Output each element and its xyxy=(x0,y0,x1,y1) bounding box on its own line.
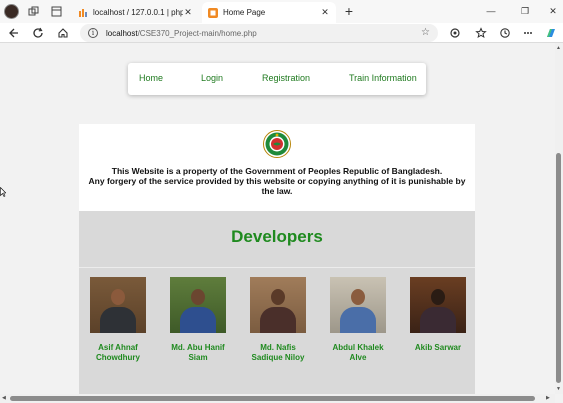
disclaimer-line-2: Any forgery of the service provided by t… xyxy=(88,176,466,196)
profile-avatar[interactable] xyxy=(4,4,19,19)
developers-section: Developers Asif Ahnaf Chowdhury Md. Abu … xyxy=(79,211,475,394)
developer-card: Md. Abu Hanif Siam xyxy=(167,277,229,363)
url-path: /CSE370_Project-main/home.php xyxy=(137,28,257,38)
notice-card: This Website is a property of the Govern… xyxy=(79,124,475,211)
url-host: localhost xyxy=(106,28,138,38)
developers-heading: Developers xyxy=(231,227,323,246)
tab-strip: localhost / 127.0.0.1 | phpMyAdm ✕ Home … xyxy=(0,0,563,23)
tab-title: localhost / 127.0.0.1 | phpMyAdm xyxy=(93,8,183,17)
disclaimer-line-1: This Website is a property of the Govern… xyxy=(111,166,443,176)
developer-card: Abdul Khalek Alve xyxy=(327,277,389,363)
new-tab-button[interactable]: + xyxy=(342,4,356,18)
favorites-icon[interactable] xyxy=(473,25,489,41)
tab-home-page[interactable]: Home Page ✕ xyxy=(202,2,336,23)
developer-name: Akib Sarwar xyxy=(414,343,462,352)
workspaces-icon[interactable] xyxy=(27,5,40,18)
close-tab-icon[interactable]: ✕ xyxy=(183,7,193,18)
mouse-cursor-icon xyxy=(0,187,6,197)
developer-photo xyxy=(330,277,386,333)
horizontal-scroll-thumb[interactable] xyxy=(10,396,535,401)
close-tab-icon[interactable]: ✕ xyxy=(320,7,330,18)
refresh-icon[interactable] xyxy=(30,25,46,41)
browser-window: localhost / 127.0.0.1 | phpMyAdm ✕ Home … xyxy=(0,0,563,403)
minimize-icon[interactable]: — xyxy=(484,4,498,18)
copilot-icon[interactable] xyxy=(543,25,559,41)
extensions-icon[interactable] xyxy=(447,25,463,41)
more-options-icon[interactable] xyxy=(520,25,536,41)
developer-name: Md. Abu Hanif Siam xyxy=(171,343,225,362)
developer-name: Md. Nafis Sadique Niloy xyxy=(251,343,305,362)
developer-card: Akib Sarwar xyxy=(407,277,469,353)
bangladesh-emblem-icon xyxy=(263,130,291,158)
vertical-scrollbar[interactable]: ▲ ▼ xyxy=(555,43,563,394)
tab-phpmyadmin[interactable]: localhost / 127.0.0.1 | phpMyAdm ✕ xyxy=(72,2,199,23)
scroll-down-arrow-icon[interactable]: ▼ xyxy=(556,386,561,392)
restore-icon[interactable]: ❐ xyxy=(518,4,532,18)
developer-name: Asif Ahnaf Chowdhury xyxy=(96,343,140,362)
home-page-favicon-icon xyxy=(208,7,218,18)
tab-title: Home Page xyxy=(223,8,266,17)
nav-registration-link[interactable]: Registration xyxy=(262,73,310,83)
developer-card: Asif Ahnaf Chowdhury xyxy=(87,277,149,363)
scroll-up-arrow-icon[interactable]: ▲ xyxy=(556,45,561,51)
tab-actions-icon[interactable] xyxy=(50,5,63,18)
site-info-icon[interactable]: i xyxy=(88,28,98,38)
developer-card: Md. Nafis Sadique Niloy xyxy=(247,277,309,363)
developer-photo xyxy=(170,277,226,333)
divider xyxy=(79,267,475,268)
back-arrow-icon[interactable] xyxy=(6,25,22,41)
nav-home-link[interactable]: Home xyxy=(139,73,163,83)
developer-photo xyxy=(410,277,466,333)
developer-photo xyxy=(90,277,146,333)
home-icon[interactable] xyxy=(55,25,71,41)
nav-login-link[interactable]: Login xyxy=(201,73,223,83)
page-viewport: Home Login Registration Train Informatio… xyxy=(0,43,555,394)
phpmyadmin-favicon-icon xyxy=(78,8,88,18)
history-icon[interactable] xyxy=(497,25,513,41)
site-navigation: Home Login Registration Train Informatio… xyxy=(128,63,426,95)
address-bar[interactable]: i localhost/CSE370_Project-main/home.php… xyxy=(80,24,438,42)
close-window-icon[interactable]: ✕ xyxy=(546,4,560,18)
scroll-left-arrow-icon[interactable]: ◀ xyxy=(2,395,6,401)
nav-train-information-link[interactable]: Train Information xyxy=(349,73,417,83)
developer-photo xyxy=(250,277,306,333)
developer-name: Abdul Khalek Alve xyxy=(332,343,384,362)
address-toolbar: i localhost/CSE370_Project-main/home.php… xyxy=(0,23,563,43)
horizontal-scrollbar[interactable]: ◀ ▶ xyxy=(0,394,555,403)
vertical-scroll-thumb[interactable] xyxy=(556,153,561,383)
ownership-disclaimer: This Website is a property of the Govern… xyxy=(83,166,471,196)
favorite-star-icon[interactable]: ☆ xyxy=(421,27,430,38)
scroll-right-arrow-icon[interactable]: ▶ xyxy=(546,395,550,401)
